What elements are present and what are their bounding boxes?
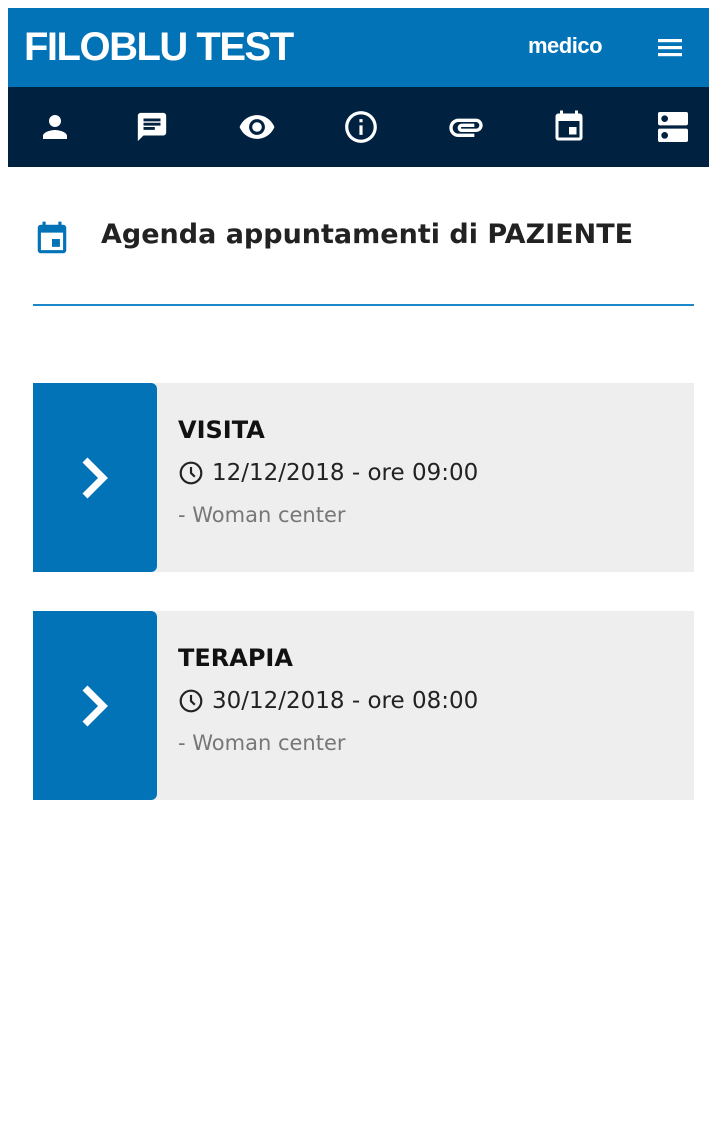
section-icon-bar (8, 87, 709, 167)
clock-icon (179, 689, 203, 713)
chevron-right-icon (82, 457, 108, 498)
appointment-card[interactable]: VISITA 12/12/2018 - ore 09:00 - Woman ce… (33, 383, 694, 572)
hamburger-menu-icon[interactable] (652, 32, 688, 62)
appointment-type: VISITA (178, 416, 265, 444)
appointment-location: - Woman center (178, 731, 346, 755)
appointment-datetime-row: 12/12/2018 - ore 09:00 (178, 460, 478, 486)
server-icon[interactable] (649, 103, 697, 151)
divider (33, 304, 694, 306)
clock-icon (179, 461, 203, 485)
chevron-right-icon (82, 685, 108, 726)
page-title: Agenda appuntamenti di PAZIENTE (101, 219, 634, 250)
appointment-datetime-row: 30/12/2018 - ore 08:00 (178, 688, 478, 714)
person-icon[interactable] (31, 103, 79, 151)
open-appointment-button[interactable] (33, 383, 157, 572)
top-bar: FILOBLU TEST medico (8, 8, 709, 87)
message-icon[interactable] (128, 103, 176, 151)
calendar-icon[interactable] (545, 103, 593, 151)
appointment-datetime: 12/12/2018 - ore 09:00 (212, 460, 479, 486)
app: FILOBLU TEST medico Agenda appuntamenti … (8, 8, 709, 1133)
app-title: FILOBLU TEST (24, 25, 294, 69)
appointment-location: - Woman center (178, 503, 346, 527)
eye-icon[interactable] (233, 103, 281, 151)
attachment-icon[interactable] (442, 103, 490, 151)
info-icon[interactable] (337, 103, 385, 151)
appointment-type: TERAPIA (178, 644, 293, 672)
calendar-icon (33, 220, 71, 263)
user-role[interactable]: medico (528, 32, 603, 60)
open-appointment-button[interactable] (33, 611, 157, 800)
agenda-header: Agenda appuntamenti di PAZIENTE (33, 215, 694, 307)
appointment-datetime: 30/12/2018 - ore 08:00 (212, 688, 479, 714)
appointment-card[interactable]: TERAPIA 30/12/2018 - ore 08:00 - Woman c… (33, 611, 694, 800)
